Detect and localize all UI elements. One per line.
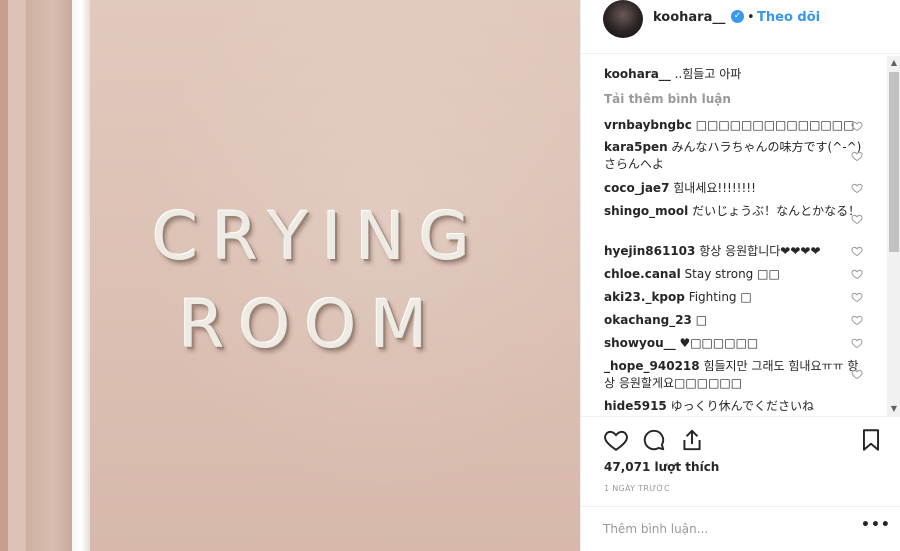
comment-text: Stay strong □□ (684, 267, 780, 281)
comment-username[interactable]: okachang_23 (604, 313, 692, 327)
post-header: koohara__ ✓ • Theo dõi (581, 0, 900, 54)
comment-item: hide5915 ゆっくり休んでくださいね (604, 398, 866, 415)
scrollbar-thumb[interactable] (889, 72, 899, 252)
avatar[interactable] (603, 0, 643, 38)
comment-item: hyejin861103 항상 응원합니다❤❤❤❤ (604, 243, 866, 260)
comment-like-heart-icon[interactable] (851, 368, 863, 380)
comment-item: showyou__ ♥□□□□□□ (604, 335, 866, 352)
comment-username[interactable]: hyejin861103 (604, 244, 695, 258)
comment-like-heart-icon[interactable] (851, 182, 863, 194)
comments-list: koohara__ ..힘들고 아파 Tải thêm bình luận vr… (581, 54, 900, 416)
comment-text: 힘내세요!!!!!!!! (673, 181, 756, 195)
comment-item: _hope_940218 힘들지만 그래도 힘내요ㅠㅠ 항상 응원할게요□□□□… (604, 358, 866, 392)
comment-text: だいじょうぶ！なんとかなる！ (692, 204, 861, 218)
comment-username[interactable]: kara5pen (604, 140, 668, 154)
sign-text-line-2: ROOM (178, 286, 442, 363)
comment-username[interactable]: hide5915 (604, 399, 667, 413)
photo-wall (90, 0, 580, 551)
photo-wall-left (8, 0, 26, 551)
load-more-comments-button[interactable]: Tải thêm bình luận (604, 92, 731, 106)
scroll-down-arrow-icon[interactable]: ▼ (887, 402, 900, 416)
scroll-up-arrow-icon[interactable]: ▲ (887, 56, 900, 70)
header-separator-dot: • (747, 10, 755, 25)
comment-username[interactable]: shingo_mool (604, 204, 688, 218)
caption-username[interactable]: koohara__ (604, 67, 671, 81)
comments-scrollbar[interactable]: ▲ ▼ (887, 56, 900, 416)
comment-item: okachang_23 □ (604, 312, 866, 329)
comment-icon[interactable] (641, 427, 667, 453)
add-comment-bar: ••• (581, 506, 900, 551)
comment-username[interactable]: chloe.canal (604, 267, 681, 281)
caption: koohara__ ..힘들고 아파 (604, 66, 866, 83)
post-timestamp: 1 NGÀY TRƯỚC (604, 484, 670, 493)
comment-like-heart-icon[interactable] (851, 268, 863, 280)
comment-username[interactable]: aki23._kpop (604, 290, 685, 304)
comment-like-heart-icon[interactable] (851, 337, 863, 349)
comment-like-heart-icon[interactable] (851, 150, 863, 162)
follow-button[interactable]: Theo dõi (757, 10, 820, 25)
likes-count[interactable]: 47,071 lượt thích (604, 460, 719, 474)
post-image[interactable]: CRYING ROOM (0, 0, 580, 551)
comment-username[interactable]: vrnbaybngbc (604, 118, 692, 132)
comment-item: coco_jae7 힘내세요!!!!!!!! (604, 180, 866, 197)
more-options-icon[interactable]: ••• (861, 517, 891, 533)
comment-text: □□□□□□□□□□□□□□ (695, 118, 855, 132)
share-icon[interactable] (679, 427, 705, 453)
comment-item: aki23._kpop Fighting □ (604, 289, 866, 306)
comment-username[interactable]: _hope_940218 (604, 359, 700, 373)
comment-text: ♥□□□□□□ (679, 336, 759, 350)
header-username[interactable]: koohara__ (653, 10, 725, 25)
add-comment-input[interactable] (603, 520, 843, 538)
photo-door-frame (26, 0, 72, 551)
comment-like-heart-icon[interactable] (851, 120, 863, 132)
comment-username[interactable]: coco_jae7 (604, 181, 669, 195)
comment-item: shingo_mool だいじょうぶ！なんとかなる！ (604, 203, 866, 220)
comment-text: 항상 응원합니다❤❤❤❤ (699, 244, 821, 258)
sign-text-line-1: CRYING (151, 198, 484, 275)
photo-wall-strip (0, 0, 8, 551)
post-actions: 47,071 lượt thích 1 NGÀY TRƯỚC (581, 416, 900, 506)
heart-icon[interactable] (603, 427, 629, 453)
comment-text: □ (695, 313, 708, 327)
photo-frame-edge (72, 0, 90, 551)
comment-item: chloe.canal Stay strong □□ (604, 266, 866, 283)
bookmark-icon[interactable] (858, 427, 884, 453)
comment-text: Fighting □ (688, 290, 752, 304)
caption-text: ..힘들고 아파 (674, 67, 742, 81)
comment-item: kara5pen みんなハラちゃんの味方です(^-^)さらんへよ (604, 139, 866, 173)
verified-badge-icon: ✓ (731, 10, 744, 23)
comment-like-heart-icon[interactable] (851, 213, 863, 225)
comment-username[interactable]: showyou__ (604, 336, 676, 350)
post-side-panel: koohara__ ✓ • Theo dõi koohara__ ..힘들고 아… (580, 0, 900, 551)
comment-like-heart-icon[interactable] (851, 291, 863, 303)
comment-like-heart-icon[interactable] (851, 314, 863, 326)
comment-item: vrnbaybngbc □□□□□□□□□□□□□□ (604, 117, 866, 134)
comment-text: ゆっくり休んでくださいね (670, 399, 815, 413)
comment-like-heart-icon[interactable] (851, 245, 863, 257)
